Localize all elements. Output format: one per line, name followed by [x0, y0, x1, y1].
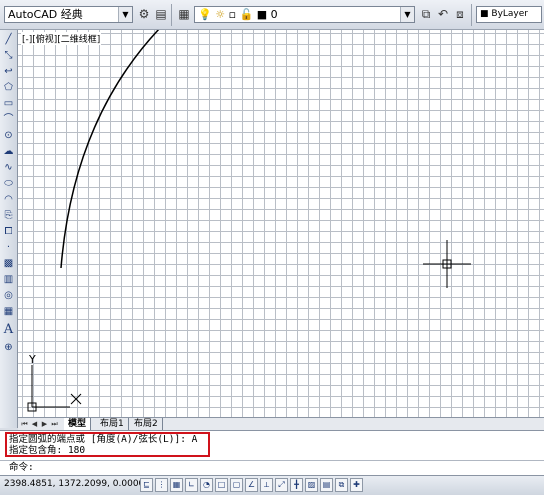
gradient-icon[interactable]: ▥: [1, 272, 16, 287]
coordinate-readout[interactable]: 2398.4851, 1372.2099, 0.0000: [4, 479, 144, 489]
toolbar-separator: [471, 4, 472, 26]
ellipse-arc-icon[interactable]: ◠: [1, 192, 16, 207]
arc-entity: [60, 30, 160, 269]
layer-name: 0: [270, 8, 278, 21]
transparency-icon[interactable]: ▨: [305, 478, 318, 492]
command-line[interactable]: 命令:: [0, 460, 544, 475]
color-value: ByLayer: [491, 9, 528, 19]
object-snap-tracking-icon[interactable]: ∠: [245, 478, 258, 492]
region-icon[interactable]: ◎: [1, 288, 16, 303]
grid-display-icon[interactable]: ▦: [170, 478, 183, 492]
make-block-icon[interactable]: ⧠: [1, 224, 16, 239]
table-icon[interactable]: ▦: [1, 304, 16, 319]
circle-icon[interactable]: ⊙: [1, 128, 16, 143]
tab-layout2[interactable]: 布局2: [130, 418, 163, 430]
arc-icon[interactable]: ⌒: [1, 112, 16, 127]
selection-cycling-icon[interactable]: ⧉: [335, 478, 348, 492]
show-lineweight-icon[interactable]: ╋: [290, 478, 303, 492]
first-tab-icon[interactable]: ⏮: [20, 419, 29, 429]
workspace-settings-icon[interactable]: ⚙: [136, 6, 152, 23]
spline-icon[interactable]: ∿: [1, 160, 16, 175]
command-history-line: 指定圆弧的端点或 [角度(A)/弦长(L)]: A: [9, 434, 198, 445]
ucs-icon: [27, 365, 82, 412]
polygon-icon[interactable]: ⬠: [1, 80, 16, 95]
color-select[interactable]: ■ ByLayer: [476, 6, 542, 23]
workspace-panel-icon[interactable]: ▤: [153, 6, 169, 23]
construction-line-icon[interactable]: ⤡: [1, 48, 16, 63]
sun-icon: ☼: [215, 8, 226, 21]
canvas-graphics: Y: [27, 30, 471, 412]
ucs-y-label: Y: [28, 353, 36, 366]
layout-tabs-bar: ⏮ ◀ ▶ ⏭ 模型 布局1 布局2: [18, 417, 544, 430]
next-tab-icon[interactable]: ▶: [40, 419, 49, 429]
polyline-icon[interactable]: ↩: [1, 64, 16, 79]
layer-select[interactable]: 💡 ☼ ▫ 🔓 ■ 0 ▼: [194, 6, 415, 23]
command-history-line: 指定包含角: 180: [9, 445, 86, 456]
ellipse-icon[interactable]: ⬭: [1, 176, 16, 191]
hatch-icon[interactable]: ▩: [1, 256, 16, 271]
layer-color-swatch: ■: [256, 8, 268, 21]
layer-visibility-icon: ▫: [228, 8, 237, 21]
lock-icon: 🔓: [239, 8, 254, 21]
infer-constraints-icon[interactable]: ⊑: [140, 478, 153, 492]
tab-model[interactable]: 模型: [64, 418, 92, 430]
chevron-down-icon: ▼: [400, 7, 414, 22]
top-toolbar: AutoCAD 经典 ▼ ⚙ ▤ ▦ 💡 ☼ ▫ 🔓 ■ 0 ▼ ⧉ ↶ ⧈ ■…: [0, 0, 544, 30]
add-selected-icon[interactable]: ⊕: [1, 340, 16, 355]
multiline-text-icon[interactable]: A: [1, 322, 16, 337]
chevron-down-icon: ▼: [118, 7, 132, 22]
dynamic-ucs-icon[interactable]: ⟂: [260, 478, 273, 492]
workspace-label: AutoCAD 经典: [8, 8, 83, 21]
layer-previous-icon[interactable]: ↶: [435, 6, 451, 23]
make-current-layer-icon[interactable]: ⧉: [418, 6, 434, 23]
color-swatch: ■: [480, 9, 489, 19]
revision-cloud-icon[interactable]: ☁: [1, 144, 16, 159]
annotation-monitor-icon[interactable]: ✚: [350, 478, 363, 492]
snap-mode-icon[interactable]: ⋮: [155, 478, 168, 492]
rectangle-icon[interactable]: ▭: [1, 96, 16, 111]
status-bar: 2398.4851, 1372.2099, 0.0000 ⊑ ⋮ ▦ ∟ ◔ □…: [0, 475, 544, 495]
insert-block-icon[interactable]: ⎘: [1, 208, 16, 223]
draw-tools-palette: ╱ ⤡ ↩ ⬠ ▭ ⌒ ⊙ ☁ ∿ ⬭ ◠ ⎘ ⧠ · ▩ ▥ ◎ ▦ A ⊕: [0, 30, 18, 428]
command-prompt: 命令:: [9, 462, 34, 473]
layer-state-icon[interactable]: ⧈: [452, 6, 468, 23]
ortho-mode-icon[interactable]: ∟: [185, 478, 198, 492]
polar-tracking-icon[interactable]: ◔: [200, 478, 213, 492]
line-icon[interactable]: ╱: [1, 32, 16, 47]
layer-manager-icon[interactable]: ▦: [176, 6, 192, 23]
toolbar-separator: [171, 4, 172, 26]
command-history: 指定圆弧的端点或 [角度(A)/弦长(L)]: A 指定包含角: 180: [0, 430, 544, 460]
lightbulb-icon: 💡: [198, 8, 212, 21]
tab-layout1[interactable]: 布局1: [96, 418, 129, 430]
previous-tab-icon[interactable]: ◀: [30, 419, 39, 429]
quick-properties-icon[interactable]: ▤: [320, 478, 333, 492]
workspace-select[interactable]: AutoCAD 经典 ▼: [4, 6, 133, 23]
object-snap-icon[interactable]: □: [215, 478, 228, 492]
3d-object-snap-icon[interactable]: ▢: [230, 478, 243, 492]
dynamic-input-icon[interactable]: ⤢: [275, 478, 288, 492]
last-tab-icon[interactable]: ⏭: [50, 419, 59, 429]
point-icon[interactable]: ·: [1, 240, 16, 255]
crosshair-cursor: [423, 240, 471, 288]
drawing-canvas[interactable]: [-][俯视][二维线框] Y: [18, 30, 544, 417]
